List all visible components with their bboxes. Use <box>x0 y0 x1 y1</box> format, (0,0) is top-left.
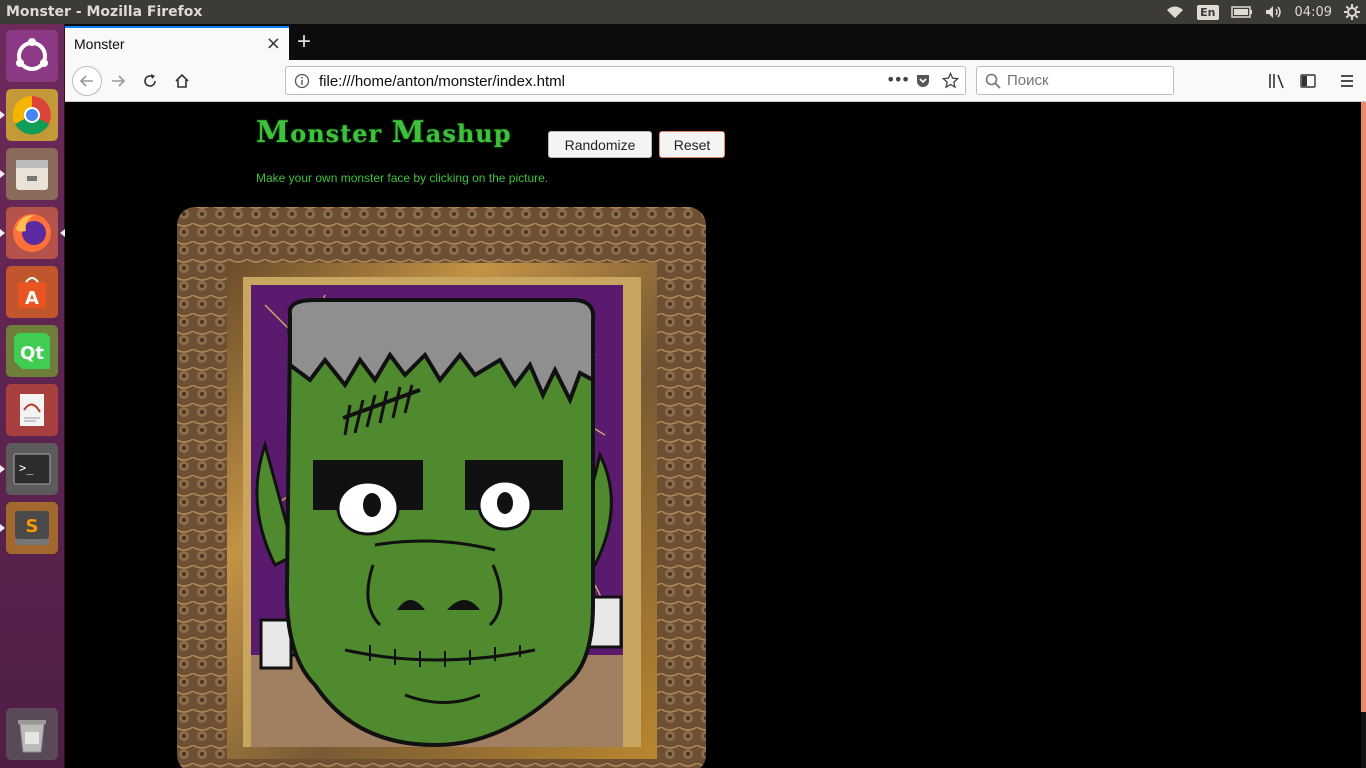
reset-button[interactable]: Reset <box>659 131 725 158</box>
sublime-text-icon[interactable]: S <box>6 502 58 554</box>
page-info-icon[interactable] <box>294 73 310 89</box>
sidebar-toggle-icon[interactable] <box>1300 73 1316 89</box>
reload-icon <box>144 74 156 87</box>
svg-text:Qt: Qt <box>20 343 44 364</box>
library-icon[interactable] <box>1268 73 1286 89</box>
search-bar[interactable] <box>976 66 1174 95</box>
randomize-button[interactable]: Randomize <box>548 131 652 158</box>
url-bar[interactable]: file:///home/anton/monster/index.html ••… <box>285 66 966 95</box>
clock[interactable]: 04:09 <box>1295 5 1332 20</box>
qt-creator-icon[interactable]: Qt <box>6 325 58 377</box>
home-icon <box>175 73 189 88</box>
keyboard-layout-indicator[interactable]: En <box>1197 4 1219 20</box>
search-input[interactable] <box>1007 72 1167 89</box>
svg-text:A: A <box>25 288 39 309</box>
system-top-bar: Monster - Mozilla Firefox En 04:09 <box>0 0 1366 24</box>
back-arrow-icon <box>79 75 93 87</box>
forward-button[interactable] <box>103 66 133 96</box>
url-text[interactable]: file:///home/anton/monster/index.html <box>319 73 565 90</box>
scrollbar-thumb[interactable] <box>1361 102 1366 712</box>
monster-picture[interactable] <box>175 205 708 768</box>
page-title: Monster Mashup <box>256 115 512 150</box>
search-icon <box>985 73 1001 89</box>
ubuntu-dash-icon[interactable] <box>6 30 58 82</box>
svg-text:S: S <box>26 516 39 537</box>
files-icon[interactable] <box>6 148 58 200</box>
reload-button[interactable] <box>135 66 165 96</box>
system-tray: En 04:09 <box>1165 0 1360 24</box>
tab-close-icon[interactable]: × <box>266 33 281 54</box>
back-button[interactable] <box>72 66 102 96</box>
terminal-icon[interactable]: >_ <box>6 443 58 495</box>
page-actions-menu-icon[interactable]: ••• <box>886 70 910 89</box>
new-tab-button[interactable]: + <box>297 28 311 56</box>
page-content: Monster Mashup Randomize Reset Make your… <box>65 102 1361 768</box>
home-button[interactable] <box>167 66 197 96</box>
tab-bar: Monster × + <box>65 24 1366 60</box>
bookmark-star-icon[interactable] <box>942 72 959 89</box>
navigation-toolbar: file:///home/anton/monster/index.html ••… <box>65 60 1366 102</box>
wifi-icon[interactable] <box>1165 5 1185 19</box>
settings-gear-icon[interactable] <box>1344 4 1360 20</box>
volume-icon[interactable] <box>1265 5 1283 19</box>
left-neck-bolt <box>259 618 293 670</box>
forward-arrow-icon <box>112 75 126 87</box>
chrome-icon[interactable] <box>6 89 58 141</box>
tab-monster[interactable]: Monster × <box>65 26 289 60</box>
tab-title: Monster <box>74 36 125 52</box>
document-viewer-icon[interactable] <box>6 384 58 436</box>
hamburger-menu-icon[interactable] <box>1339 73 1355 89</box>
window-title: Monster - Mozilla Firefox <box>6 4 203 20</box>
battery-icon[interactable] <box>1230 6 1253 18</box>
pocket-icon[interactable] <box>915 73 931 89</box>
page-subtitle: Make your own monster face by clicking o… <box>256 171 549 185</box>
trash-icon[interactable] <box>6 708 58 760</box>
svg-text:>_: >_ <box>19 461 34 475</box>
software-center-icon[interactable]: A <box>6 266 58 318</box>
page-scrollbar[interactable] <box>1361 102 1366 768</box>
firefox-icon[interactable] <box>6 207 58 259</box>
launcher: A Qt >_ S <box>0 24 65 768</box>
